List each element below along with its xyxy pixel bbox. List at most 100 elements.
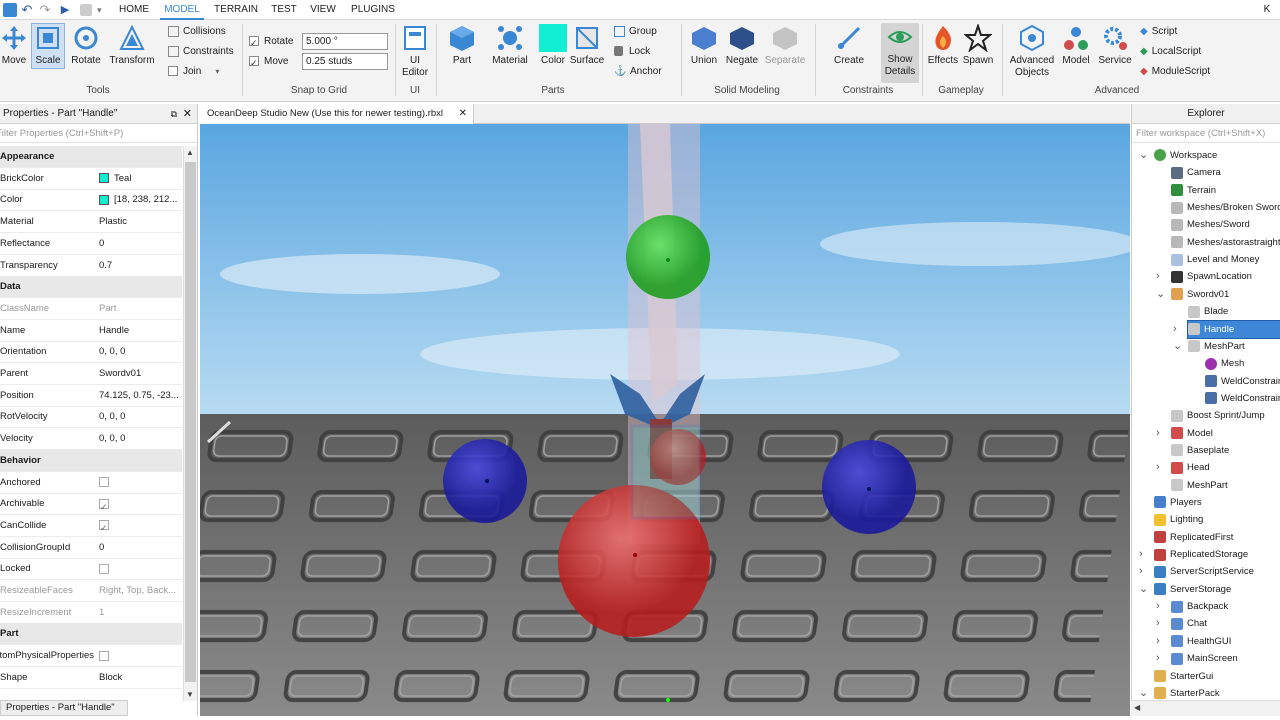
- property-value[interactable]: Right, Top, Back...: [99, 580, 182, 602]
- undock-icon[interactable]: ⧉: [171, 104, 177, 124]
- explorer-item[interactable]: Baseplate: [1171, 442, 1229, 459]
- collapse-arrow-icon[interactable]: ⌄: [1139, 581, 1148, 598]
- tab-close-icon[interactable]: ✕: [459, 104, 467, 124]
- property-value[interactable]: 0: [99, 537, 182, 559]
- property-value[interactable]: [99, 515, 182, 537]
- explorer-item[interactable]: StarterGui: [1154, 668, 1213, 685]
- property-value[interactable]: Teal: [99, 168, 182, 190]
- surface-button[interactable]: Surface: [569, 24, 605, 66]
- property-checkbox[interactable]: [99, 563, 109, 574]
- explorer-item[interactable]: Workspace: [1154, 147, 1217, 164]
- negate-button[interactable]: Negate: [724, 24, 760, 66]
- snap-move-checkbox[interactable]: [249, 54, 259, 72]
- tab-terrain[interactable]: TERRAIN: [210, 0, 262, 20]
- part-button[interactable]: Part: [444, 24, 480, 66]
- property-value[interactable]: Swordv01: [99, 363, 182, 385]
- property-row[interactable]: Parent Swordv01: [0, 363, 182, 385]
- property-value[interactable]: 0: [99, 233, 182, 255]
- explorer-item[interactable]: Boost Sprint/Jump: [1171, 407, 1265, 424]
- explorer-filter-input[interactable]: Filter workspace (Ctrl+Shift+X): [1132, 125, 1280, 143]
- 3d-viewport[interactable]: [200, 124, 1130, 716]
- expand-arrow-icon[interactable]: ›: [1156, 650, 1160, 667]
- property-value[interactable]: 0, 0, 0: [99, 428, 182, 450]
- property-value[interactable]: 0, 0, 0: [99, 406, 182, 428]
- tab-view[interactable]: VIEW: [306, 0, 340, 20]
- property-value[interactable]: 0, 0, 0: [99, 341, 182, 363]
- explorer-item[interactable]: ReplicatedStorage: [1154, 546, 1248, 563]
- snap-rotate-checkbox[interactable]: [249, 34, 259, 52]
- close-icon[interactable]: ✕: [183, 104, 192, 124]
- property-row[interactable]: Shape Block: [0, 667, 182, 689]
- join-dropdown-icon[interactable]: ▾: [215, 67, 219, 76]
- customize-icon[interactable]: ▾: [97, 3, 111, 17]
- property-value[interactable]: [99, 645, 182, 667]
- property-row[interactable]: ClassName Part: [0, 298, 182, 320]
- explorer-item[interactable]: MainScreen: [1171, 650, 1238, 667]
- expand-arrow-icon[interactable]: ›: [1139, 546, 1143, 563]
- property-row[interactable]: Archivable: [0, 493, 182, 516]
- explorer-item[interactable]: Meshes/Sword: [1171, 216, 1250, 233]
- property-value[interactable]: [99, 493, 182, 515]
- property-row[interactable]: Material Plastic: [0, 211, 182, 234]
- explorer-item[interactable]: ReplicatedFirst: [1154, 529, 1233, 546]
- explorer-item[interactable]: Chat: [1171, 615, 1207, 632]
- property-row[interactable]: CustomPhysicalProperties: [0, 645, 182, 668]
- lock-button[interactable]: Lock: [614, 43, 650, 61]
- expand-arrow-icon[interactable]: ›: [1156, 598, 1160, 615]
- property-value[interactable]: Handle: [99, 320, 182, 342]
- property-row[interactable]: Color [18, 238, 212...: [0, 189, 182, 212]
- explorer-item[interactable]: WeldConstraint: [1205, 373, 1280, 390]
- property-value[interactable]: [18, 238, 212...: [99, 189, 182, 211]
- show-details-button[interactable]: Show Details: [881, 23, 919, 83]
- union-button[interactable]: Union: [686, 24, 722, 66]
- advanced-objects-button[interactable]: Advanced Objects: [1008, 24, 1056, 79]
- explorer-item[interactable]: Head: [1171, 459, 1210, 476]
- collapse-arrow-icon[interactable]: ⌄: [1156, 286, 1165, 303]
- user-avatar[interactable]: K: [1259, 2, 1275, 18]
- explorer-h-scrollbar[interactable]: ◀: [1131, 700, 1280, 716]
- explorer-item[interactable]: Blade: [1188, 303, 1228, 320]
- explorer-item[interactable]: ServerStorage: [1154, 581, 1231, 598]
- explorer-item[interactable]: SpawnLocation: [1171, 268, 1252, 285]
- property-row[interactable]: CanCollide: [0, 515, 182, 537]
- effects-button[interactable]: Effects: [926, 24, 960, 66]
- expand-arrow-icon[interactable]: ›: [1156, 459, 1160, 476]
- property-row[interactable]: BrickColor Teal: [0, 168, 182, 190]
- property-row[interactable]: RotVelocity 0, 0, 0: [0, 406, 182, 429]
- file-menu-icon[interactable]: [3, 3, 17, 17]
- explorer-item[interactable]: Terrain: [1171, 182, 1216, 199]
- explorer-item[interactable]: Handle: [1187, 319, 1280, 339]
- property-row[interactable]: Position 74.125, 0.75, -23...: [0, 385, 182, 407]
- property-checkbox[interactable]: [99, 650, 109, 661]
- snap-rotate-toggle[interactable]: Rotate: [249, 33, 293, 52]
- insert-modulescript-button[interactable]: ◆ ModuleScript: [1140, 63, 1210, 81]
- explorer-item[interactable]: Level and Money: [1171, 251, 1259, 268]
- color-button[interactable]: Color: [538, 24, 568, 66]
- property-value[interactable]: 0.7: [99, 255, 182, 277]
- explorer-item[interactable]: MeshPart: [1188, 338, 1245, 355]
- properties-scrollbar[interactable]: ▲ ▼: [183, 146, 197, 701]
- run-icon[interactable]: ▶: [58, 3, 72, 17]
- tab-test[interactable]: TEST: [266, 0, 302, 20]
- property-value[interactable]: 74.125, 0.75, -23...: [99, 385, 182, 407]
- explorer-item[interactable]: Lighting: [1154, 511, 1203, 528]
- snap-move-input[interactable]: 0.25 studs: [302, 53, 388, 70]
- property-row[interactable]: Name Handle: [0, 320, 182, 342]
- property-row[interactable]: Locked: [0, 558, 182, 581]
- scroll-down-icon[interactable]: ▼: [186, 690, 194, 699]
- property-row[interactable]: ResizeableFaces Right, Top, Back...: [0, 580, 182, 602]
- explorer-item[interactable]: Players: [1154, 494, 1202, 511]
- create-constraint-button[interactable]: Create: [832, 24, 866, 66]
- property-checkbox[interactable]: [99, 496, 109, 515]
- redo-icon[interactable]: ↷: [38, 3, 52, 17]
- document-tab[interactable]: OceanDeep Studio New (Use this for newer…: [200, 104, 474, 124]
- properties-footer-tab[interactable]: Properties - Part "Handle": [0, 700, 128, 716]
- undo-icon[interactable]: ↶: [20, 3, 34, 17]
- properties-filter-input[interactable]: Filter Properties (Ctrl+Shift+P): [0, 125, 197, 143]
- separate-button[interactable]: Separate: [762, 24, 808, 66]
- property-checkbox[interactable]: [99, 476, 109, 487]
- anchor-button[interactable]: ⚓ Anchor: [614, 63, 662, 81]
- ui-editor-button[interactable]: UI Editor: [397, 24, 433, 79]
- insert-localscript-button[interactable]: ◆ LocalScript: [1140, 43, 1201, 61]
- property-checkbox[interactable]: [99, 517, 109, 537]
